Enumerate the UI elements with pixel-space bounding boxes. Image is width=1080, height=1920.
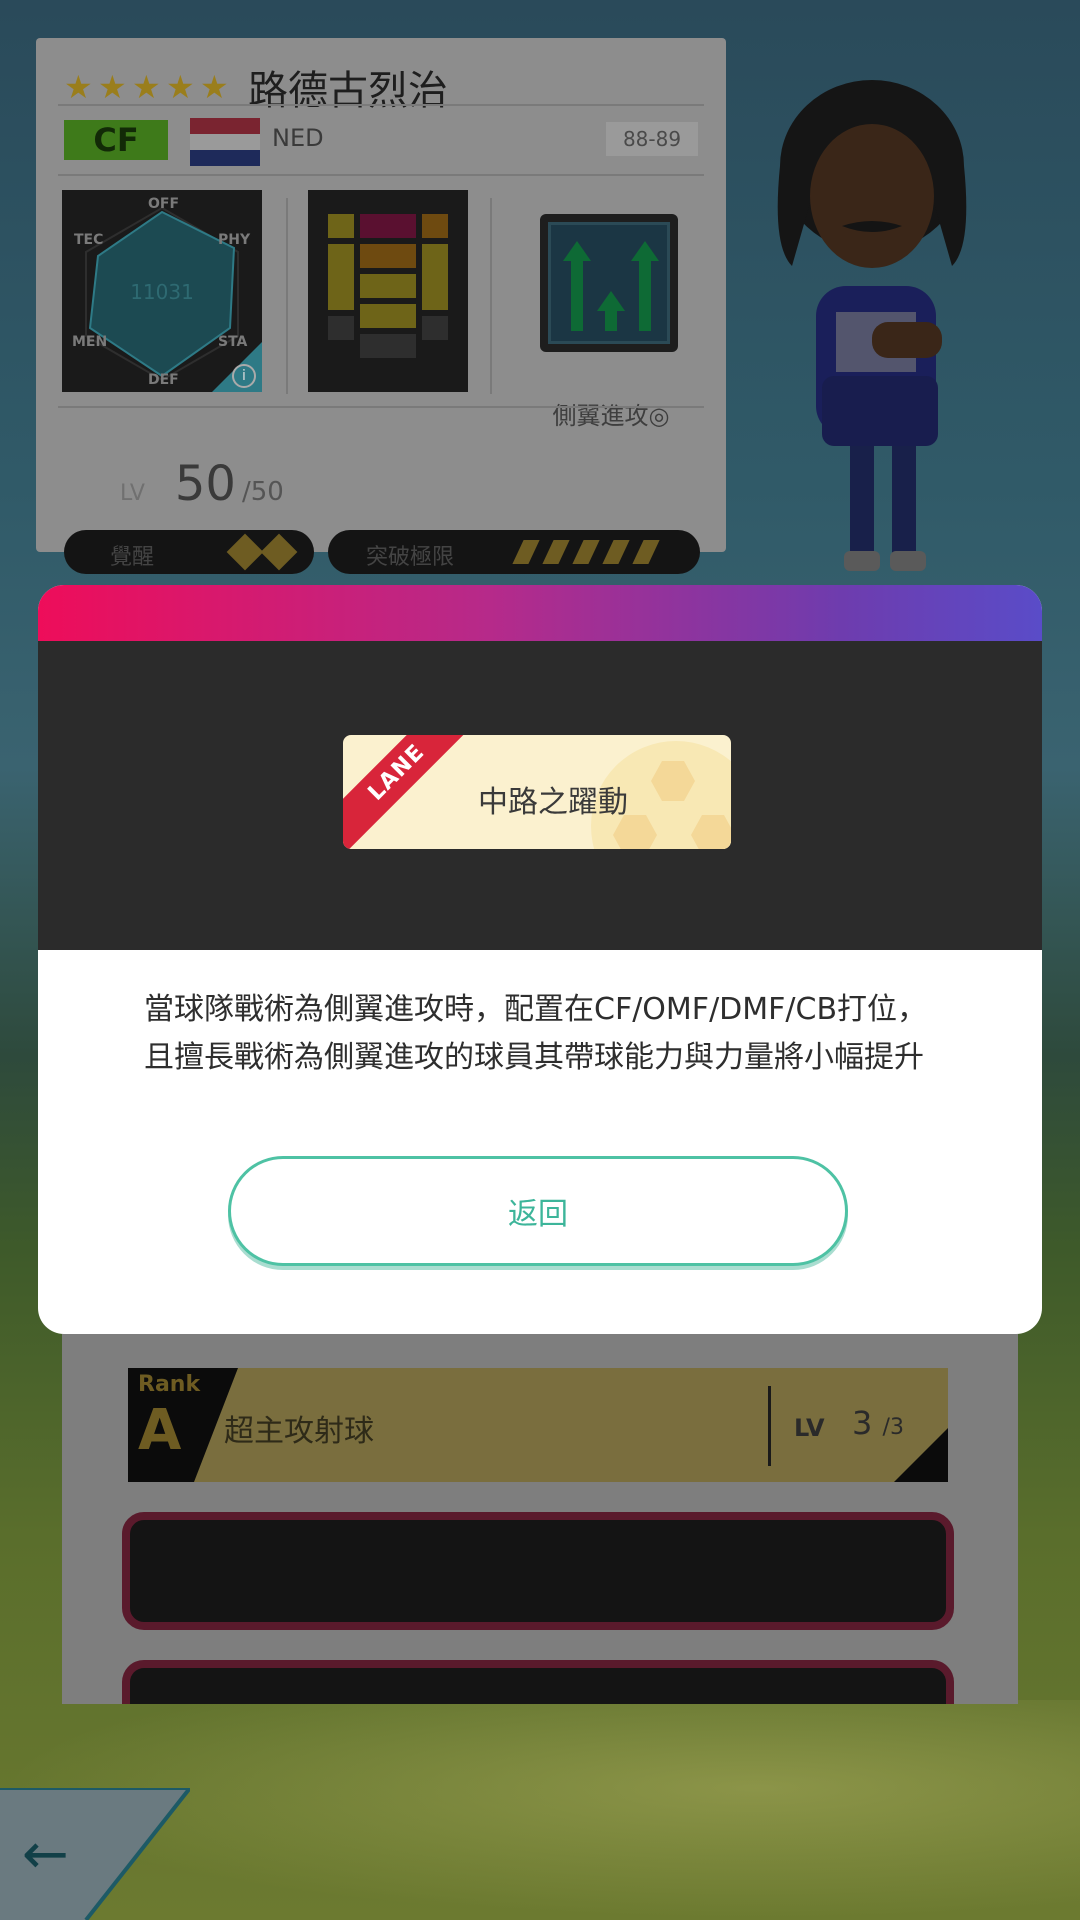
modal-body: 當球隊戰術為側翼進攻時，配置在CF/OMF/DMF/CB打位，且擅長戰術為側翼進… (38, 950, 1042, 1334)
return-button[interactable]: 返回 (228, 1156, 848, 1266)
info-icon[interactable]: i (232, 364, 256, 388)
limit-break-stripe (512, 540, 540, 564)
wing-attack-icon[interactable] (540, 214, 678, 352)
player-name: 路德古烈治 (248, 68, 448, 114)
radar-label-tec: TEC (74, 232, 104, 248)
star-icon: ★ (64, 68, 93, 106)
formation-slot (328, 214, 354, 238)
nation-code: NED (272, 124, 324, 152)
season-badge: 88-89 (606, 122, 698, 156)
formation-slot (328, 316, 354, 340)
formation-slot (360, 334, 416, 358)
formation-diagram (308, 190, 468, 392)
star-icon: ★ (132, 68, 161, 106)
formation-slot (360, 274, 416, 298)
modal-header-bar (38, 585, 1042, 641)
limit-break-label: 突破極限 (366, 545, 455, 570)
awaken-diamond-icon (226, 533, 264, 571)
nation-flag-icon (190, 118, 260, 166)
formation-slot (422, 316, 448, 340)
left-arrow-icon: ← (22, 1822, 69, 1887)
tactic-name: 側翼進攻◎ (552, 402, 670, 430)
skill-name: 超主攻射球 (224, 1414, 374, 1449)
formation-slot (360, 214, 416, 238)
skill-detail-modal: LANE 中路之躍動 當球隊戰術為側翼進攻時，配置在CF/OMF/DMF/CB打… (38, 585, 1042, 1334)
skill-level-value: 3 (852, 1404, 873, 1442)
formation-slot (422, 244, 448, 310)
rarity-stars: ★ ★ ★ ★ ★ (64, 71, 232, 103)
level-row: LV 50 /50 (120, 456, 284, 512)
level-value: 50 (174, 456, 236, 512)
limit-break-pill[interactable]: 突破極限 (328, 530, 700, 574)
skill-chip: LANE 中路之躍動 (343, 735, 731, 849)
modal-skill-area: LANE 中路之躍動 (38, 641, 1042, 950)
player-figure (777, 80, 967, 571)
level-max: /50 (241, 477, 284, 507)
skill-description: 當球隊戰術為側翼進攻時，配置在CF/OMF/DMF/CB打位，且擅長戰術為側翼進… (144, 992, 928, 1075)
corner-mark (894, 1428, 948, 1482)
star-icon: ★ (166, 68, 195, 106)
limit-break-stripe (572, 540, 600, 564)
radar-total: 11031 (130, 280, 194, 304)
awaken-pill[interactable]: 覺醒 (64, 530, 314, 574)
divider (286, 198, 288, 394)
player-card: ★ ★ ★ ★ ★ 路德古烈治 CF NED 88-89 OFF PHY STA… (36, 38, 726, 574)
empty-skill-slot[interactable] (122, 1512, 954, 1630)
divider (58, 174, 704, 176)
formation-slot (360, 304, 416, 328)
awaken-diamond-icon (260, 533, 298, 571)
level-label: LV (120, 481, 145, 506)
star-icon: ★ (200, 68, 229, 106)
divider (768, 1386, 771, 1466)
formation-slot (422, 214, 448, 238)
formation-slot (328, 244, 354, 310)
radar-label-def: DEF (148, 372, 179, 388)
limit-break-stripe (632, 540, 660, 564)
position-badge: CF (64, 120, 168, 160)
formation-slot (360, 244, 416, 268)
skill-level-label: LV (794, 1414, 825, 1442)
skill-row[interactable]: Rank A 超主攻射球 LV 3 /3 (128, 1368, 948, 1482)
limit-break-stripe (542, 540, 570, 564)
skill-chip-title: 中路之躍動 (478, 785, 628, 820)
awaken-label: 覺醒 (110, 545, 155, 570)
limit-break-stripe (602, 540, 630, 564)
radar-label-men: MEN (72, 334, 108, 350)
empty-skill-slot[interactable] (122, 1660, 954, 1704)
radar-label-off: OFF (148, 196, 180, 212)
rank-letter: A (138, 1398, 182, 1463)
divider (58, 406, 704, 408)
radar-label-phy: PHY (218, 232, 251, 248)
player-title-row: ★ ★ ★ ★ ★ 路德古烈治 (64, 52, 448, 122)
star-icon: ★ (98, 68, 127, 106)
divider (58, 104, 704, 106)
stats-radar[interactable]: OFF PHY STA DEF MEN TEC 11031 i (62, 190, 262, 392)
rank-label: Rank (138, 1372, 201, 1397)
divider (490, 198, 492, 394)
